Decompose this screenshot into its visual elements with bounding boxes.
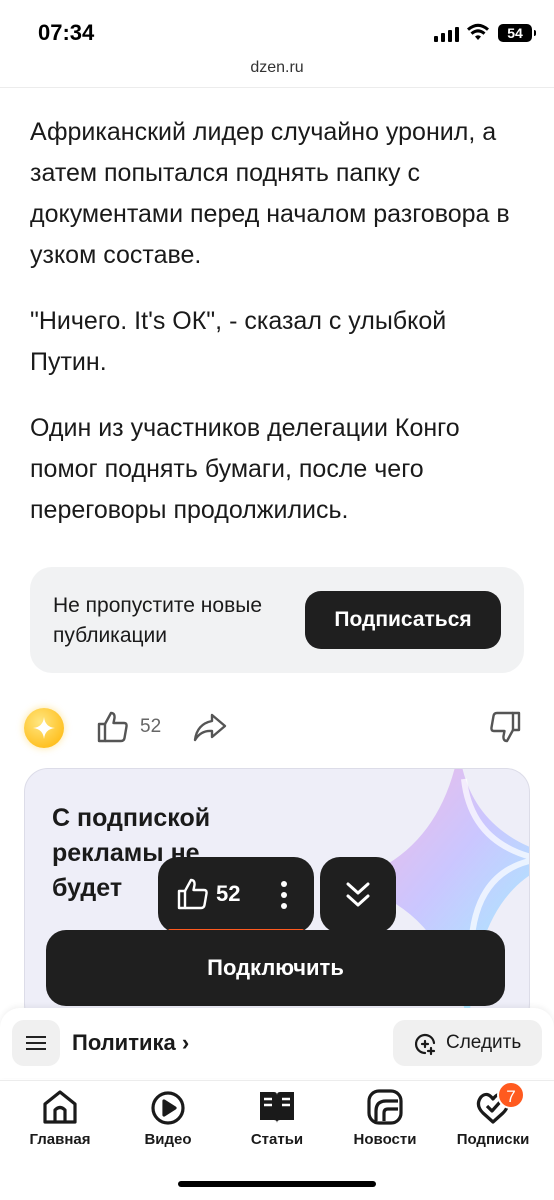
tab-label: Видео (144, 1131, 192, 1148)
subscriptions-badge: 7 (497, 1081, 525, 1109)
tab-articles[interactable]: Статьи (227, 1087, 327, 1148)
status-bar: 07:34 54 (0, 0, 554, 56)
more-options-icon[interactable] (278, 879, 290, 911)
home-indicator (178, 1181, 376, 1187)
subscribe-card: Не пропустите новые публикации Подписать… (30, 567, 524, 673)
wifi-icon (467, 23, 489, 40)
tab-label: Подписки (456, 1131, 530, 1148)
floating-like-pill[interactable]: 52 (158, 857, 314, 933)
battery-icon: 54 (498, 24, 536, 42)
subscriptions-icon-wrap: 7 (473, 1081, 525, 1127)
url-bar[interactable]: dzen.ru (0, 56, 554, 88)
subscribe-prompt: Не пропустите новые публикации (53, 594, 262, 647)
like-count: 52 (140, 716, 162, 737)
floating-like-icon[interactable] (176, 877, 210, 911)
share-icon[interactable] (192, 710, 228, 744)
tab-news[interactable]: Новости (335, 1087, 435, 1148)
scroll-down-button[interactable] (320, 857, 396, 933)
news-globe-icon (367, 1089, 403, 1125)
menu-button[interactable] (12, 1020, 60, 1066)
tab-label: Новости (353, 1131, 417, 1148)
follow-button[interactable]: Следить (393, 1020, 542, 1066)
topic-bar: Политика › Следить (0, 1008, 554, 1078)
article-paragraph: Африканский лидер случайно уронил, а зат… (30, 118, 510, 269)
dislike-icon[interactable] (488, 710, 522, 744)
follow-plus-icon (414, 1033, 436, 1056)
article-body: Африканский лидер случайно уронил, а зат… (30, 112, 526, 556)
floating-like-count: 52 (216, 881, 241, 906)
sparkle-icon[interactable] (24, 708, 64, 748)
home-icon (43, 1090, 77, 1124)
tab-video[interactable]: Видео (118, 1087, 218, 1148)
tab-label: Главная (29, 1131, 91, 1148)
topic-link[interactable]: Политика › (72, 1030, 189, 1056)
article-paragraph: "Ничего. It's ОК", - сказал с улыбкой Пу… (30, 307, 447, 376)
like-icon[interactable] (96, 710, 130, 744)
article-paragraph: Один из участников делегации Конго помог… (30, 414, 460, 524)
connect-subscription-button[interactable]: Подключить (46, 930, 505, 1006)
reaction-bar: 52 (0, 702, 554, 752)
tab-subscriptions[interactable]: 7 Подписки (443, 1081, 543, 1148)
articles-book-icon (260, 1092, 294, 1123)
video-play-icon (151, 1091, 185, 1125)
double-chevron-down-icon (346, 882, 370, 907)
signal-icon (434, 26, 459, 42)
tab-label: Статьи (250, 1131, 304, 1148)
status-time: 07:34 (38, 20, 95, 45)
follow-label: Следить (446, 1032, 522, 1053)
subscribe-button[interactable]: Подписаться (305, 591, 501, 649)
tab-home[interactable]: Главная (10, 1087, 110, 1148)
